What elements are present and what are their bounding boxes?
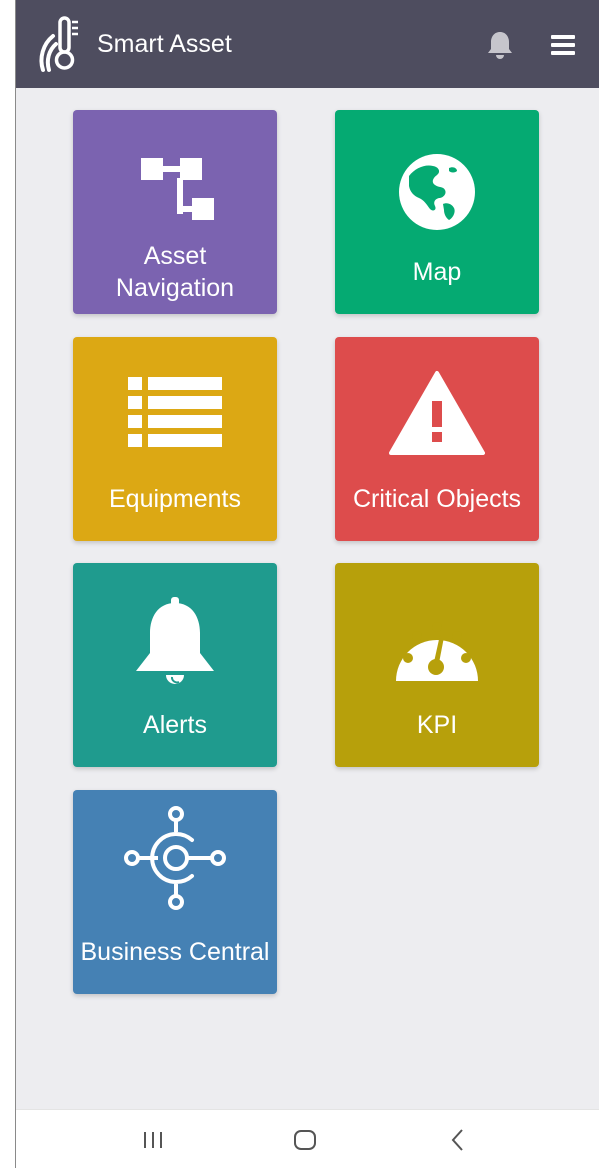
hierarchy-tree-icon bbox=[141, 158, 214, 220]
gauge-icon bbox=[396, 622, 478, 681]
menu-button[interactable] bbox=[551, 34, 575, 56]
screen-edge bbox=[15, 0, 16, 1168]
app-title: Smart Asset bbox=[97, 30, 232, 58]
recents-button[interactable] bbox=[143, 1126, 163, 1154]
tile-label: Asset bbox=[143, 242, 207, 270]
tile-map[interactable]: Map bbox=[335, 110, 539, 314]
tile-label: KPI bbox=[416, 711, 458, 739]
tile-kpi[interactable]: KPI bbox=[335, 563, 539, 767]
home-icon bbox=[294, 1130, 316, 1150]
tile-equipments[interactable]: Equipments bbox=[73, 337, 277, 541]
system-nav-bar bbox=[15, 1109, 599, 1168]
tile-label: Alerts bbox=[143, 711, 207, 739]
tile-asset-navigation[interactable]: Asset Navigation bbox=[73, 110, 277, 314]
hub-connector-icon bbox=[124, 806, 226, 910]
tile-business-central[interactable]: Business Central bbox=[73, 790, 277, 994]
tile-label: Map bbox=[412, 258, 462, 286]
warning-triangle-icon bbox=[389, 371, 485, 455]
back-button[interactable] bbox=[450, 1126, 466, 1154]
app-bar: Smart Asset bbox=[15, 0, 599, 88]
thermometer-signal-logo bbox=[39, 16, 78, 72]
globe-americas-icon bbox=[399, 154, 475, 230]
tile-label: Navigation bbox=[115, 274, 235, 302]
notifications-button[interactable] bbox=[486, 30, 514, 60]
app-screen: Smart Asset Asset Navigation Map Equipme… bbox=[15, 0, 599, 1168]
hamburger-menu-icon bbox=[551, 35, 575, 55]
tile-label: Critical Objects bbox=[352, 485, 522, 513]
tile-label: Business Central bbox=[80, 938, 270, 966]
tile-critical-objects[interactable]: Critical Objects bbox=[335, 337, 539, 541]
list-icon bbox=[128, 377, 222, 447]
back-icon bbox=[451, 1129, 463, 1151]
tile-label: Equipments bbox=[108, 485, 242, 513]
home-button[interactable] bbox=[293, 1126, 317, 1154]
bell-icon bbox=[488, 32, 512, 59]
bell-icon bbox=[136, 597, 214, 684]
tile-alerts[interactable]: Alerts bbox=[73, 563, 277, 767]
recent-apps-icon bbox=[144, 1132, 162, 1148]
